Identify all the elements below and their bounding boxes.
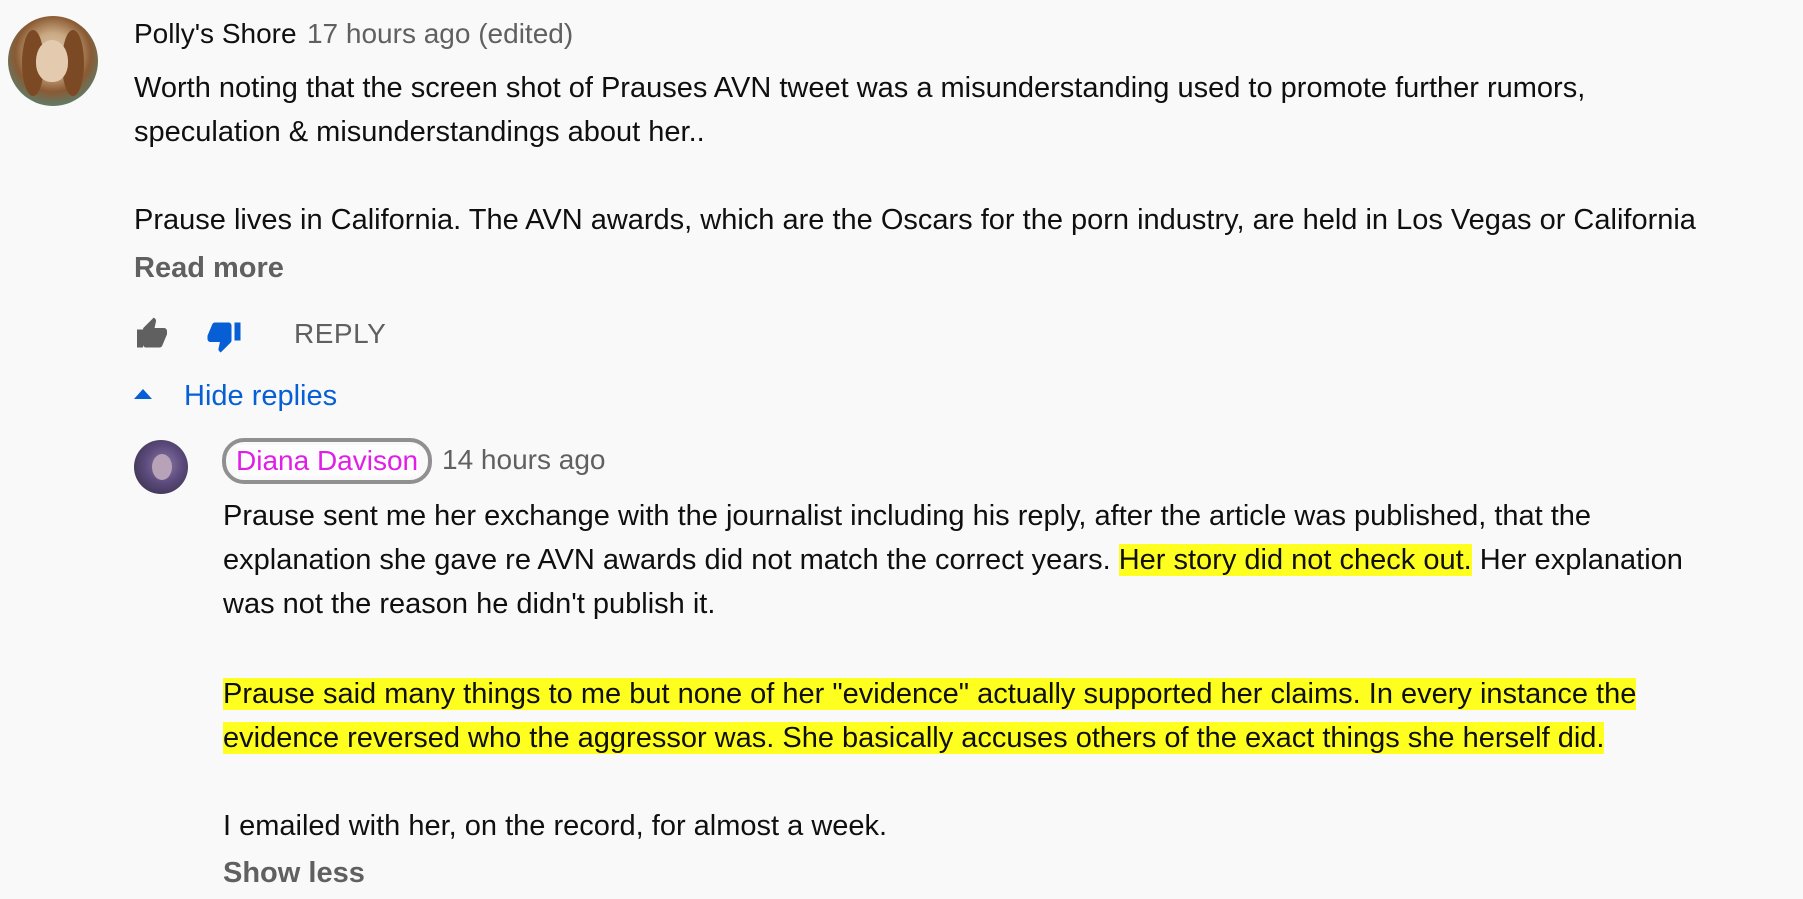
reply-text-line: explanation she gave re AVN awards did n… [223, 538, 1683, 582]
dislike-button[interactable] [204, 318, 244, 354]
reply-author-pill[interactable]: Diana Davison [222, 438, 433, 484]
read-more-button[interactable]: Read more [134, 252, 284, 285]
reply-text-plain: explanation she gave re AVN awards did n… [223, 544, 1119, 576]
reply-text-line: I emailed with her, on the record, for a… [223, 810, 888, 842]
comment-header: Polly's Shore 17 hours ago (edited) [134, 18, 573, 50]
reply-text-line: was not the reason he didn't publish it. [223, 588, 716, 620]
reply-text-line: evidence reversed who the aggressor was.… [223, 716, 1605, 760]
comment-text-line: Worth noting that the screen shot of Pra… [134, 72, 1586, 104]
avatar-face [152, 454, 172, 480]
comment-author[interactable]: Polly's Shore [134, 18, 297, 49]
reply-text-line: Prause sent me her exchange with the jou… [223, 500, 1592, 532]
reply-author[interactable]: Diana Davison [236, 445, 419, 476]
caret-up-icon [134, 389, 152, 399]
comment-text-line: Prause lives in California. The AVN awar… [134, 204, 1696, 236]
reply-timestamp[interactable]: 14 hours ago [442, 444, 605, 476]
thumbs-down-icon [207, 322, 241, 353]
comment-text-line: speculation & misunderstandings about he… [134, 116, 705, 148]
reply-text-plain: Her explanation [1471, 544, 1683, 576]
show-less-button[interactable]: Show less [223, 857, 365, 890]
thumbs-up-icon [137, 317, 167, 348]
hide-replies-label: Hide replies [184, 380, 338, 412]
highlighted-text: Prause said many things to me but none o… [223, 678, 1637, 710]
reply-text-line: Prause said many things to me but none o… [223, 672, 1637, 716]
reply-avatar[interactable] [134, 440, 188, 494]
highlighted-text: Her story did not check out. [1118, 544, 1472, 576]
highlighted-text: evidence reversed who the aggressor was.… [223, 722, 1605, 754]
like-button[interactable] [132, 316, 172, 352]
avatar[interactable] [8, 16, 98, 106]
reply-button[interactable]: REPLY [294, 318, 386, 350]
comment-timestamp[interactable]: 17 hours ago (edited) [307, 18, 573, 49]
avatar-face [36, 40, 68, 82]
